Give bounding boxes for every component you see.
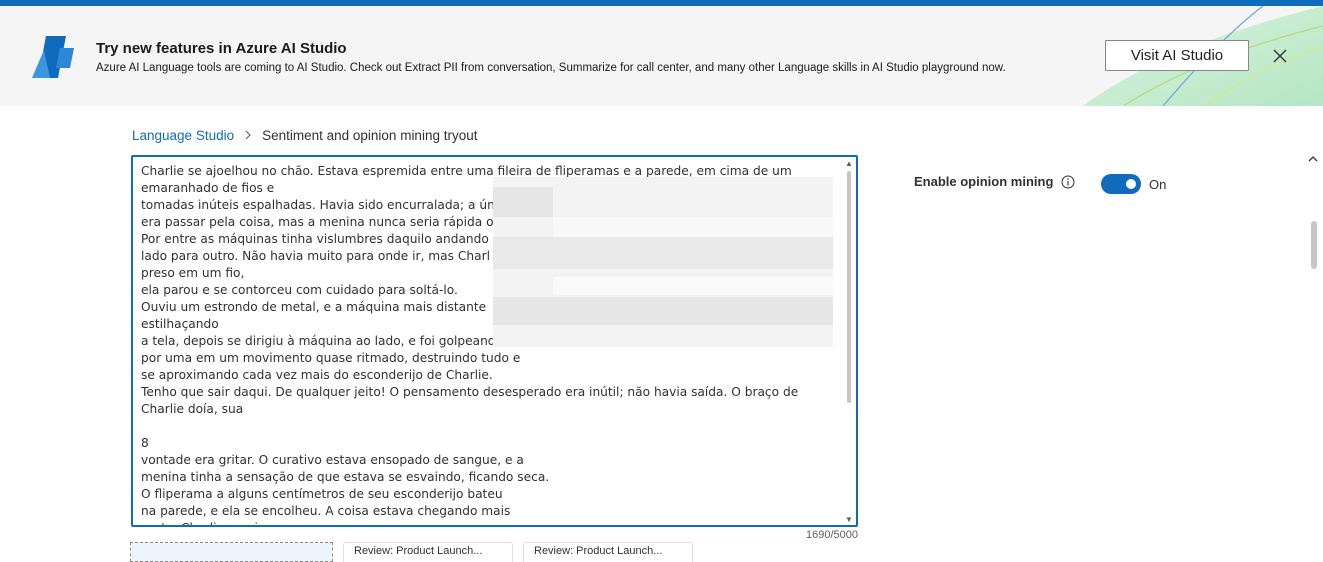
visit-ai-studio-button[interactable]: Visit AI Studio [1105,40,1249,71]
opinion-mining-label: Enable opinion mining [914,174,1054,189]
opinion-mining-setting: Enable opinion mining [914,174,1075,189]
opinion-mining-toggle[interactable] [1101,174,1141,194]
sample-tab-label: Review: Product Launch... [354,545,483,557]
banner-title: Try new features in Azure AI Studio [96,40,347,57]
toggle-state-label: On [1149,177,1167,192]
textarea-scrollbar[interactable]: ▲ ▼ [844,159,854,525]
sample-tab-review-2[interactable]: Review: Product Launch... [523,542,693,562]
chevron-up-icon[interactable] [1308,155,1318,166]
banner-subtitle: Azure AI Language tools are coming to AI… [96,62,1006,74]
page-scrollbar[interactable] [1307,155,1321,555]
chevron-right-icon [244,129,252,143]
ai-studio-banner: Try new features in Azure AI Studio Azur… [0,6,1323,106]
breadcrumb: Language Studio Sentiment and opinion mi… [132,128,477,143]
chevron-up-icon[interactable]: ▲ [844,159,854,169]
toggle-knob [1126,179,1136,189]
sample-tab-label: Review: Product Launch... [534,545,663,557]
text-input-area[interactable]: Charlie se ajoelhou no chão. Estava espr… [131,155,858,527]
sample-tabs: Review: Product Launch... Review: Produc… [0,542,1323,562]
chevron-down-icon[interactable]: ▼ [844,515,854,525]
info-icon[interactable] [1061,175,1075,189]
sample-tab-selected[interactable] [130,542,333,562]
character-count: 1690/5000 [806,529,858,541]
sample-tab-review-1[interactable]: Review: Product Launch... [343,542,513,562]
close-icon[interactable] [1272,48,1288,64]
page-scrollbar-thumb[interactable] [1311,221,1317,269]
breadcrumb-current-page: Sentiment and opinion mining tryout [262,128,478,143]
breadcrumb-language-studio-link[interactable]: Language Studio [132,128,234,143]
scrollbar-thumb[interactable] [847,171,851,403]
redacted-region [493,177,833,347]
azure-ai-logo-icon [32,36,74,78]
